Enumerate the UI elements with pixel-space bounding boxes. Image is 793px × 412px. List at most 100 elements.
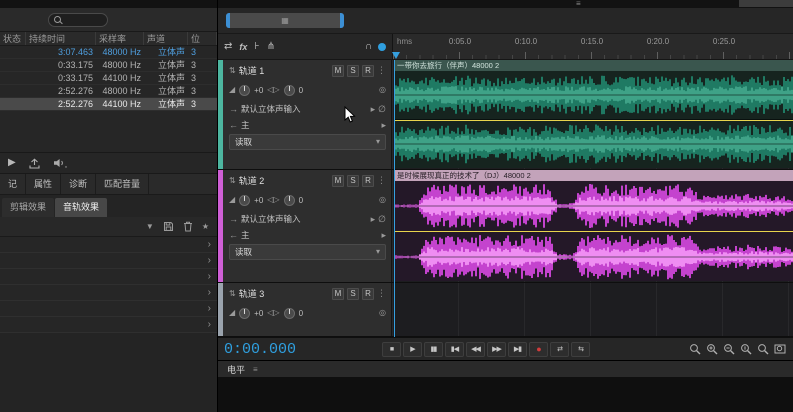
search-input[interactable] xyxy=(48,13,108,27)
track-name[interactable]: 轨道 2 xyxy=(239,174,265,187)
zoom-in-time-icon[interactable] xyxy=(706,343,719,356)
mute-button[interactable]: M xyxy=(332,175,344,187)
zoom-scrollbar[interactable]: ▦ xyxy=(226,13,344,28)
track-menu-icon[interactable]: ⋮ xyxy=(377,175,386,186)
track-menu-icon[interactable]: ⋮ xyxy=(377,65,386,76)
audio-clip-track-2[interactable]: 是时候展现真正的技术了（DJ）48000 2 xyxy=(394,170,793,281)
zoom-out-full-icon[interactable] xyxy=(689,343,702,356)
rewind-button[interactable]: ◀◀ xyxy=(466,342,485,357)
monitor-input-icon[interactable]: ∅ xyxy=(378,105,386,114)
effect-slot[interactable]: › xyxy=(0,237,217,253)
track-color-strip[interactable] xyxy=(218,60,223,169)
effect-slot[interactable]: › xyxy=(0,285,217,301)
input-expand-icon[interactable]: ▸ xyxy=(371,105,376,114)
pan-knob[interactable] xyxy=(284,85,295,96)
track-menu-icon[interactable]: ⋮ xyxy=(377,288,386,299)
time-format-label[interactable]: hms xyxy=(397,37,412,46)
sends-icon[interactable]: ◎ xyxy=(379,86,386,94)
speaker-icon[interactable] xyxy=(53,158,68,168)
tab-markers[interactable]: 记 xyxy=(0,174,26,194)
solo-button[interactable]: S xyxy=(347,288,359,300)
move-tool-icon[interactable]: ⇄ xyxy=(224,42,232,52)
arm-record-button[interactable]: R xyxy=(362,288,374,300)
panel-menu-icon[interactable]: ≡ xyxy=(253,365,258,374)
pan-knob[interactable] xyxy=(284,195,295,206)
tab-match-loudness[interactable]: 匹配音量 xyxy=(96,174,149,194)
solo-button[interactable]: S xyxy=(347,175,359,187)
zoom-in-amplitude-icon[interactable] xyxy=(740,343,753,356)
pause-button[interactable]: ▮▮ xyxy=(424,342,443,357)
tab-clip-effects[interactable]: 剪辑效果 xyxy=(2,198,54,217)
slot-chevron-icon[interactable]: › xyxy=(208,271,211,282)
track-name[interactable]: 轨道 1 xyxy=(239,64,265,77)
zoom-out-amplitude-icon[interactable] xyxy=(757,343,770,356)
razor-tool-icon[interactable]: ⊦ xyxy=(254,42,259,52)
save-preset-icon[interactable] xyxy=(163,221,174,232)
monitor-input-icon[interactable]: ∅ xyxy=(378,215,386,224)
slot-chevron-icon[interactable]: › xyxy=(208,287,211,298)
tab-track-effects[interactable]: 音轨效果 xyxy=(55,198,107,217)
file-row[interactable]: 3:07.463 48000 Hz 立体声 3 xyxy=(0,46,217,59)
skip-to-end-button[interactable]: ▶▮ xyxy=(508,342,527,357)
export-icon[interactable] xyxy=(28,158,41,169)
output-selector[interactable]: 主 xyxy=(241,229,250,241)
col-sample-rate[interactable]: 采样率 xyxy=(96,32,144,45)
favorite-star-icon[interactable]: ★ xyxy=(202,223,209,231)
volume-envelope-line[interactable] xyxy=(394,231,793,232)
volume-knob[interactable] xyxy=(239,195,250,206)
slot-chevron-icon[interactable]: › xyxy=(208,255,211,266)
automation-mode-dropdown[interactable]: 读取 ▾ xyxy=(229,244,386,260)
effect-slot[interactable]: › xyxy=(0,301,217,317)
volume-knob[interactable] xyxy=(239,308,250,319)
track-name[interactable]: 轨道 3 xyxy=(239,287,265,300)
delete-preset-icon[interactable] xyxy=(183,221,193,232)
zoom-out-time-icon[interactable] xyxy=(723,343,736,356)
input-expand-icon[interactable]: ▸ xyxy=(371,215,376,224)
preview-play-icon[interactable]: ▶ xyxy=(8,158,16,168)
current-time-display[interactable]: 0:00.000 xyxy=(224,341,382,358)
timeline-ruler[interactable]: hms 0:05.0 0:10.0 0:15.0 0:20.0 0:25.0 xyxy=(392,34,793,60)
effect-slot[interactable]: › xyxy=(0,269,217,285)
slip-tool-icon[interactable]: ⋔ xyxy=(267,42,275,52)
volume-knob[interactable] xyxy=(239,85,250,96)
col-channels[interactable]: 声道 xyxy=(144,32,188,45)
sends-icon[interactable]: ◎ xyxy=(379,309,386,317)
stop-button[interactable]: ■ xyxy=(382,342,401,357)
fx-toggle-icon[interactable]: fx xyxy=(239,42,247,52)
zoom-selection-icon[interactable] xyxy=(774,343,787,356)
file-row[interactable]: 0:33.175 44100 Hz 立体声 3 xyxy=(0,72,217,85)
mute-button[interactable]: M xyxy=(332,288,344,300)
output-selector[interactable]: 主 xyxy=(241,119,250,131)
playhead-indicator-icon[interactable] xyxy=(378,43,386,51)
output-expand-icon[interactable]: ▸ xyxy=(381,121,386,130)
tab-diagnostics[interactable]: 诊断 xyxy=(61,174,96,194)
track-color-strip[interactable] xyxy=(218,283,223,336)
skip-to-start-button[interactable]: ▮◀ xyxy=(445,342,464,357)
record-button[interactable]: ● xyxy=(529,342,548,357)
effect-slot[interactable]: › xyxy=(0,317,217,333)
play-button[interactable]: ▶ xyxy=(403,342,422,357)
arm-record-button[interactable]: R xyxy=(362,65,374,77)
file-row[interactable]: 0:33.175 48000 Hz 立体声 3 xyxy=(0,59,217,72)
track-2-lane[interactable]: 是时候展现真正的技术了（DJ）48000 2 xyxy=(392,170,793,282)
file-row[interactable]: 2:52.276 48000 Hz 立体声 3 xyxy=(0,85,217,98)
solo-button[interactable]: S xyxy=(347,65,359,77)
playhead-line[interactable] xyxy=(394,60,395,337)
preset-dropdown-icon[interactable]: ▼ xyxy=(146,223,154,231)
volume-envelope-line[interactable] xyxy=(394,120,793,121)
track-color-strip[interactable] xyxy=(218,170,223,282)
mute-button[interactable]: M xyxy=(332,65,344,77)
arm-record-button[interactable]: R xyxy=(362,175,374,187)
col-status[interactable]: 状态 xyxy=(0,32,26,45)
input-selector[interactable]: 默认立体声输入 xyxy=(241,103,301,115)
skip-selection-button[interactable]: ⇆ xyxy=(571,342,590,357)
playhead-marker[interactable] xyxy=(392,52,400,59)
input-selector[interactable]: 默认立体声输入 xyxy=(241,213,301,225)
file-row-selected[interactable]: 2:52.276 44100 Hz 立体声 3 xyxy=(0,98,217,111)
track-3-lane[interactable] xyxy=(392,283,793,336)
slot-chevron-icon[interactable]: › xyxy=(208,303,211,314)
col-duration[interactable]: 持续时间 xyxy=(26,32,96,45)
effect-slot[interactable]: › xyxy=(0,253,217,269)
col-bits[interactable]: 位 xyxy=(188,32,217,45)
snap-icon[interactable]: ∩ xyxy=(365,42,372,52)
